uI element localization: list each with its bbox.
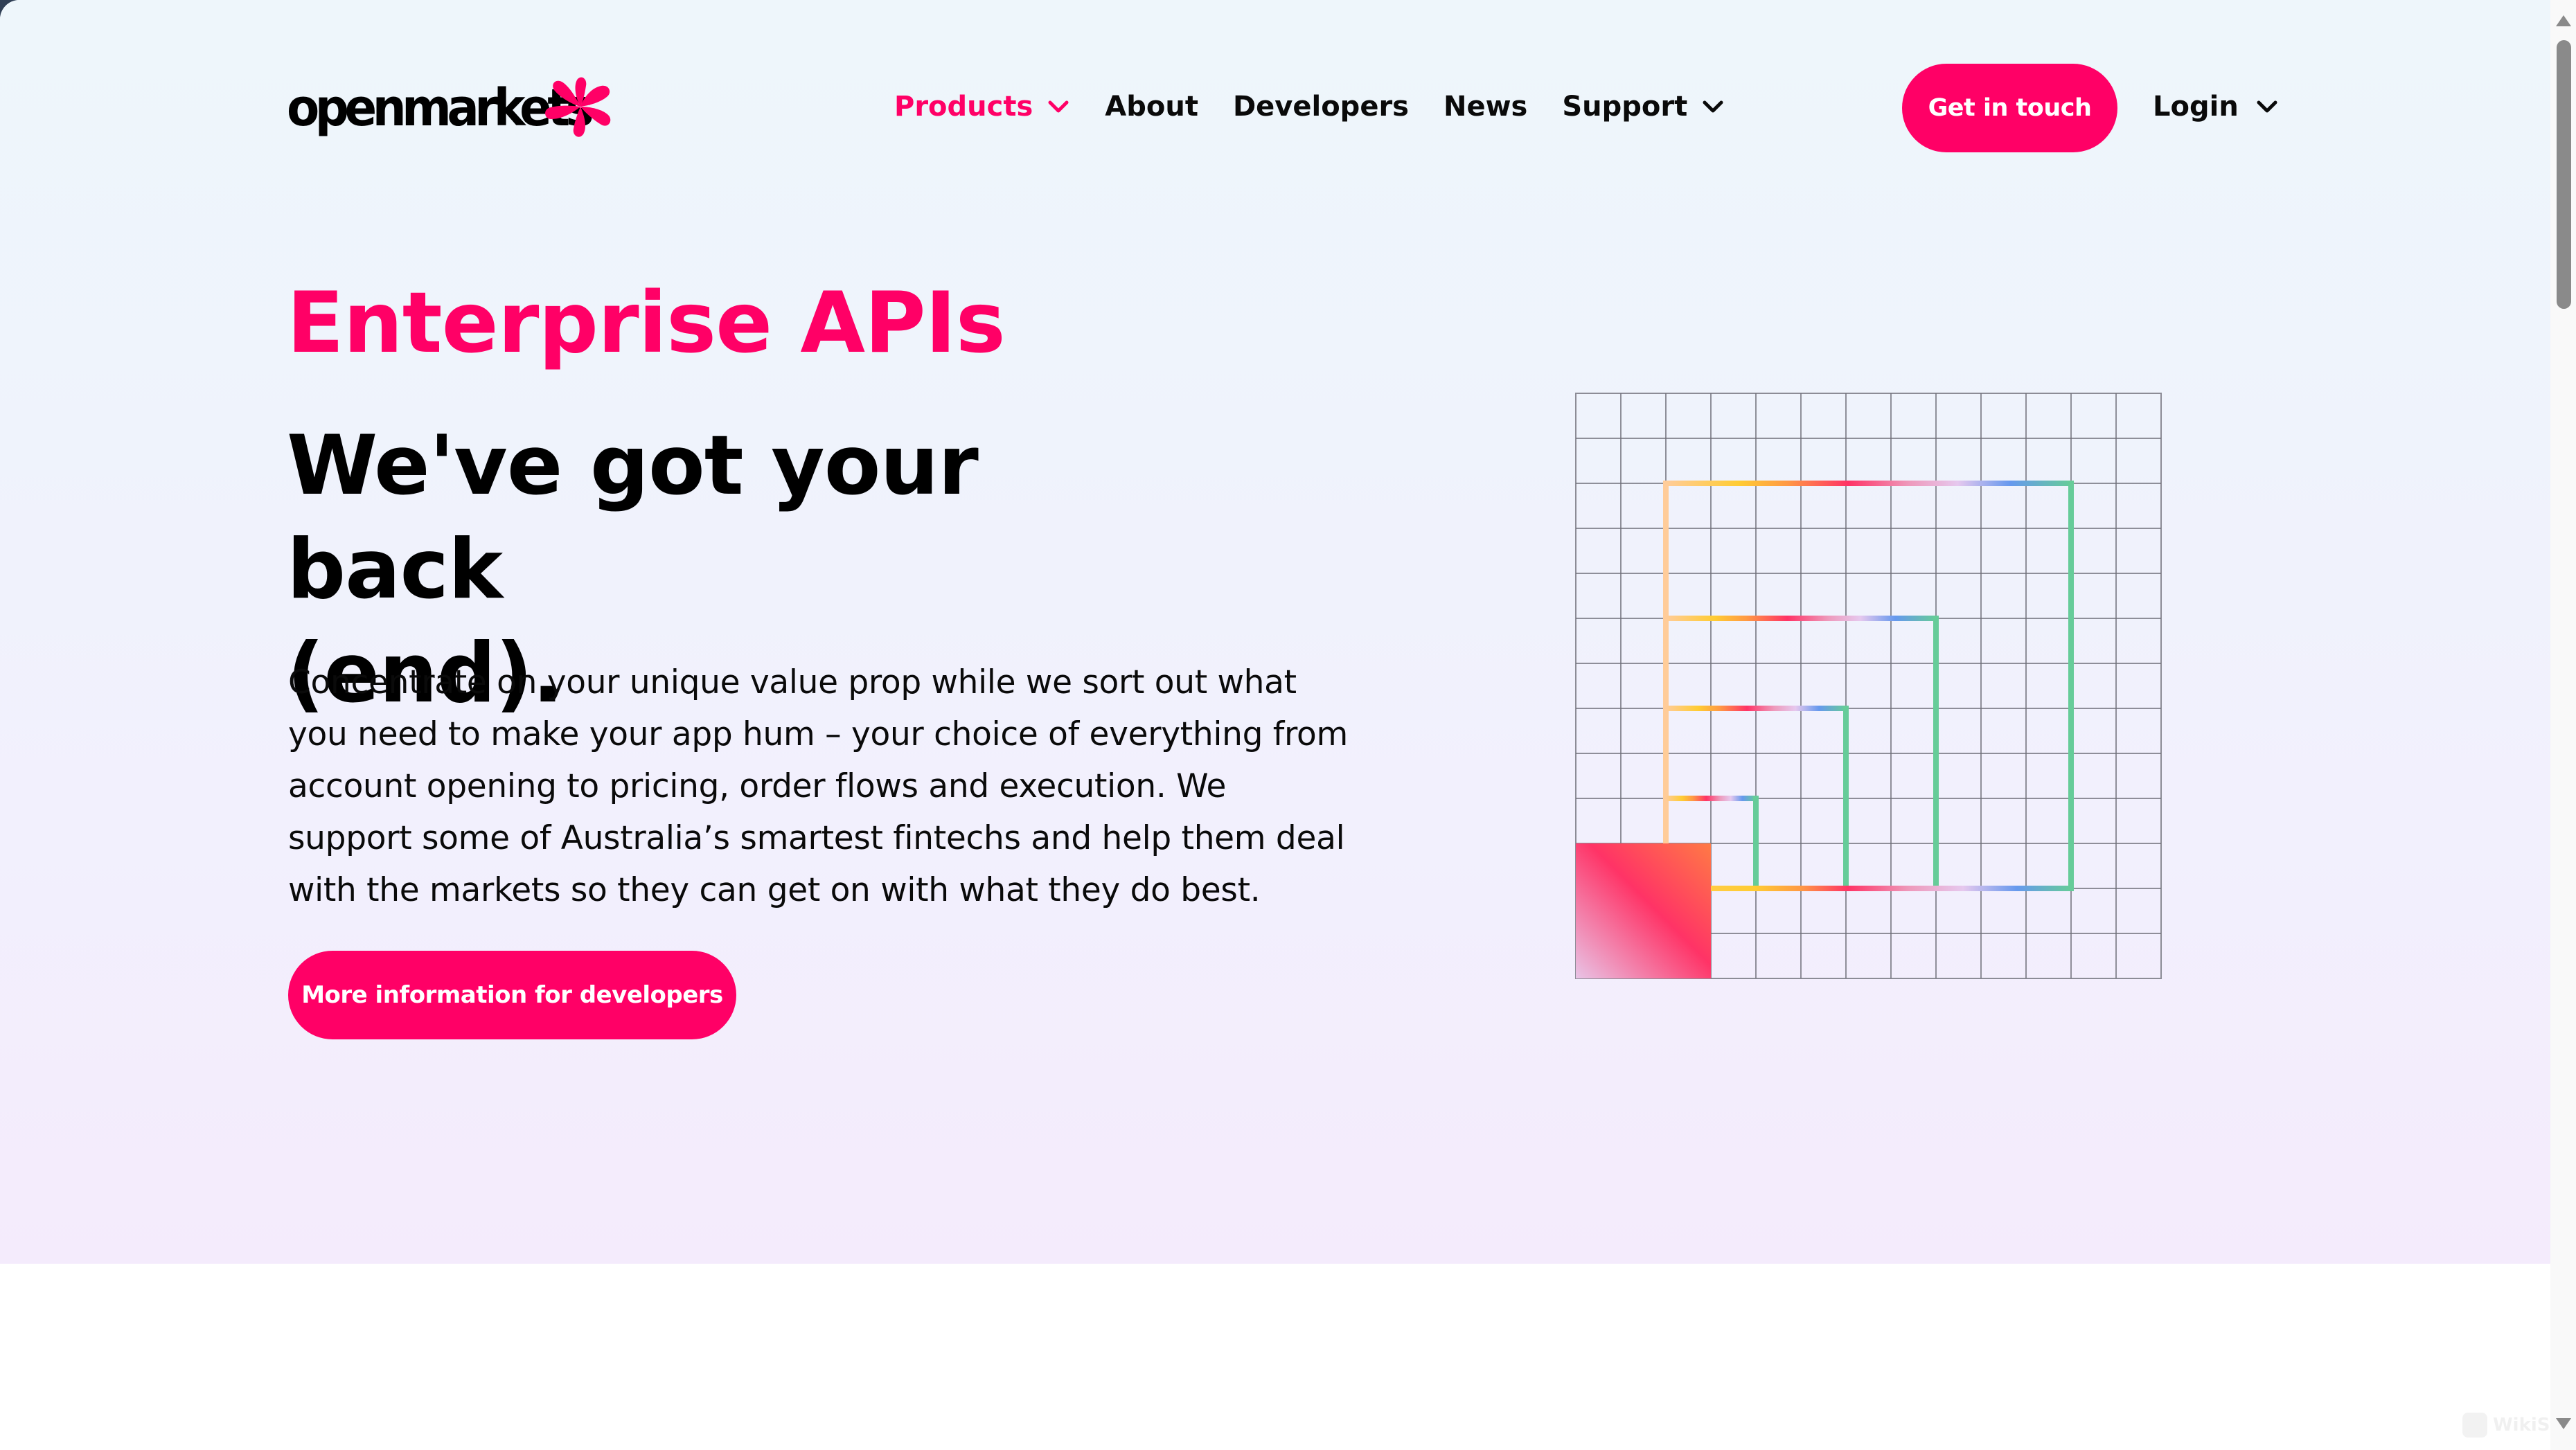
api-grid-illustration [1575,393,2162,979]
watermark-logo-icon [2462,1413,2487,1438]
nav-item-label: News [1443,91,1528,123]
hero-section: openmarkets Products About Developers Ne… [0,0,2550,1264]
nav-item-label: Products [894,91,1033,123]
chevron-down-icon [1048,100,1069,113]
route-branch-line [1663,706,1849,711]
logo-link[interactable]: openmarkets [287,75,612,141]
nav-item-about[interactable]: About [1105,93,1198,120]
route-drop-line [1843,706,1849,888]
route-drop-line [2068,481,2074,888]
route-bus-line [1711,886,2074,891]
route-trunk-line [1663,481,1669,843]
nav-item-products[interactable]: Products [894,93,1069,120]
nav-item-support[interactable]: Support [1562,93,1723,120]
chevron-down-icon [1703,100,1723,113]
scroll-up-arrow-icon[interactable] [2556,15,2571,26]
scroll-down-arrow-icon[interactable] [2556,1418,2571,1429]
grid-shapes [1576,481,2074,978]
get-in-touch-button[interactable]: Get in touch [1902,64,2117,152]
developers-info-button[interactable]: More information for developers [288,951,736,1039]
gradient-square [1576,843,1711,978]
route-branch-line [1663,481,2074,486]
login-label: Login [2153,91,2239,123]
nav-item-label: Developers [1232,91,1409,123]
hero-eyebrow: Enterprise APIs [287,274,1006,372]
route-drop-line [1933,616,1939,888]
route-branch-line [1663,616,1939,621]
nav-item-label: About [1105,91,1198,123]
login-dropdown[interactable]: Login [2153,84,2277,129]
hero-description: Concentrate on your unique value prop wh… [288,663,1348,909]
main-nav: Products About Developers News Support [894,84,1723,129]
chevron-down-icon [2257,100,2277,113]
headline-line-1: We've got your back [287,418,979,618]
nav-item-news[interactable]: News [1444,93,1527,120]
route-drop-line [1753,796,1759,888]
nav-item-label: Support [1562,91,1688,123]
flower-logo-icon [545,77,611,137]
page: openmarkets Products About Developers Ne… [0,0,2550,1450]
route-branch-line [1663,796,1759,801]
scrollbar-thumb[interactable] [2557,40,2571,309]
nav-item-developers[interactable]: Developers [1233,93,1409,120]
vertical-scrollbar[interactable] [2550,0,2576,1450]
